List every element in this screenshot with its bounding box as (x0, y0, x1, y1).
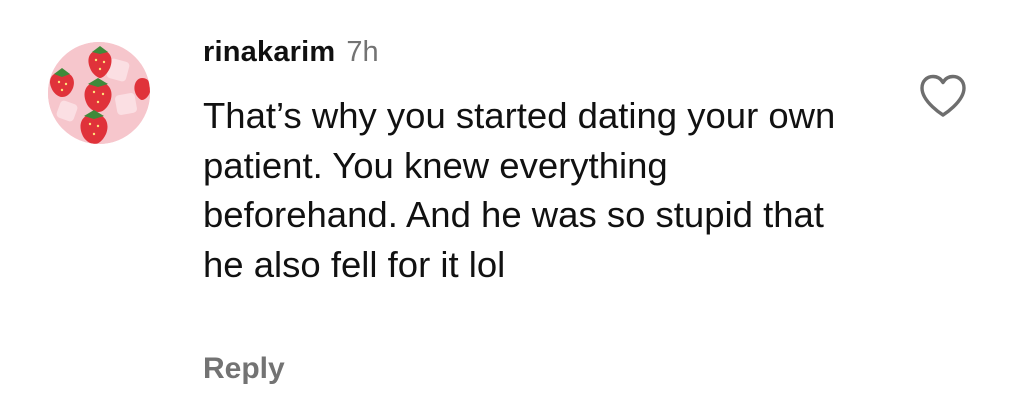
like-button[interactable] (918, 73, 968, 119)
timestamp: 7h (346, 36, 379, 68)
comment-header: rinakarim 7h (203, 36, 379, 76)
avatar-strawberries-icon (48, 42, 150, 144)
heart-outline-icon (920, 74, 966, 117)
comment-text: That’s why you started dating your own p… (203, 95, 836, 285)
username-link[interactable]: rinakarim (203, 36, 335, 69)
comment: rinakarim 7h That’s why you started dati… (0, 0, 1024, 417)
avatar[interactable] (48, 42, 150, 144)
reply-button[interactable]: Reply (203, 352, 285, 386)
